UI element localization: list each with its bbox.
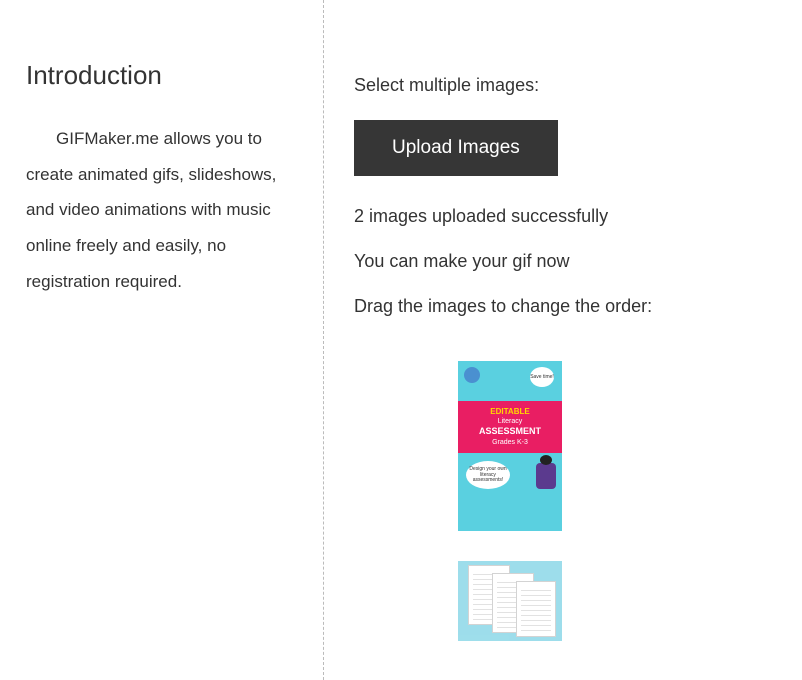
intro-heading: Introduction — [26, 60, 293, 91]
thumb1-bottom-bubble: Design your own literacy assessments! — [466, 461, 510, 489]
upload-images-button[interactable]: Upload Images — [354, 120, 558, 176]
thumb1-character-icon — [536, 463, 556, 489]
uploaded-image-1[interactable]: Save time! EDITABLE Literacy ASSESSMENT … — [458, 361, 562, 531]
thumb1-banner-line2: Literacy — [460, 417, 560, 426]
thumb1-banner-line4: Grades K-3 — [460, 438, 560, 447]
upload-status: 2 images uploaded successfully — [354, 206, 772, 227]
thumb1-logo-icon — [464, 367, 480, 383]
uploaded-image-2[interactable] — [458, 561, 562, 641]
drag-order-label: Drag the images to change the order: — [354, 296, 772, 317]
thumb1-top-bubble: Save time! — [530, 367, 554, 387]
thumb1-banner: EDITABLE Literacy ASSESSMENT Grades K-3 — [458, 401, 562, 453]
main-panel: Select multiple images: Upload Images 2 … — [324, 0, 802, 680]
thumb2-sheet-icon — [516, 581, 556, 637]
sidebar-introduction: Introduction GIFMaker.me allows you to c… — [0, 0, 323, 680]
select-images-label: Select multiple images: — [354, 75, 772, 96]
thumb1-banner-line3: ASSESSMENT — [460, 426, 560, 438]
thumbnail-list: Save time! EDITABLE Literacy ASSESSMENT … — [354, 341, 772, 641]
thumb1-top: Save time! — [458, 361, 562, 401]
thumb1-bottom: Design your own literacy assessments! — [458, 453, 562, 531]
thumb1-banner-line1: EDITABLE — [460, 407, 560, 417]
make-gif-hint: You can make your gif now — [354, 251, 772, 272]
intro-paragraph: GIFMaker.me allows you to create animate… — [26, 121, 293, 299]
